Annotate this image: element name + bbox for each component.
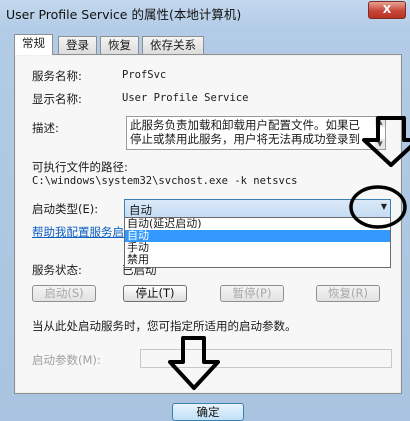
description-line: 停止或禁用此服务，用户将无法再成功登录到 bbox=[130, 132, 360, 146]
service-name-label: 服务名称: bbox=[32, 69, 82, 83]
scroll-up-icon[interactable]: ▲ bbox=[375, 117, 385, 127]
startup-type-value: 自动 bbox=[129, 203, 152, 217]
window-title: User Profile Service 的属性(本地计算机) bbox=[6, 7, 242, 22]
close-icon: X bbox=[382, 3, 392, 16]
tab-general[interactable]: 常规 bbox=[14, 34, 53, 55]
general-tab-panel: 服务名称: ProfSvc 显示名称: User Profile Service… bbox=[14, 54, 402, 394]
description-label: 描述: bbox=[32, 121, 59, 135]
resume-button[interactable]: 恢复(R) bbox=[316, 285, 380, 302]
start-button[interactable]: 启动(S) bbox=[32, 285, 96, 302]
startup-type-select[interactable]: 自动 ▼ bbox=[124, 199, 391, 218]
chevron-down-icon[interactable]: ▼ bbox=[381, 202, 387, 211]
start-params-label: 启动参数(M): bbox=[32, 353, 101, 367]
tab-logon[interactable]: 登录 bbox=[58, 36, 97, 54]
scroll-down-icon[interactable]: ▼ bbox=[375, 139, 385, 149]
exe-path-value: C:\windows\system32\svchost.exe -k netsv… bbox=[32, 175, 298, 187]
tab-recovery[interactable]: 恢复 bbox=[100, 36, 139, 54]
display-name-label: 显示名称: bbox=[32, 92, 82, 106]
startup-option-disabled[interactable]: 禁用 bbox=[125, 254, 390, 266]
close-button[interactable]: X bbox=[368, 1, 406, 19]
ok-button[interactable]: 确定 bbox=[172, 403, 244, 421]
start-params-input[interactable] bbox=[140, 349, 392, 368]
service-status-label: 服务状态: bbox=[32, 263, 82, 277]
startup-option-auto[interactable]: 自动 bbox=[125, 230, 390, 242]
start-params-hint: 当从此处启动服务时，您可指定所适用的启动参数。 bbox=[32, 319, 297, 333]
service-properties-window: User Profile Service 的属性(本地计算机) X 常规 登录 … bbox=[0, 0, 410, 421]
stop-button[interactable]: 停止(T) bbox=[123, 285, 187, 302]
description-line: 此服务负责加载和卸载用户配置文件。如果已 bbox=[130, 118, 360, 132]
title-bar[interactable]: User Profile Service 的属性(本地计算机) X bbox=[0, 0, 410, 26]
service-name-value: ProfSvc bbox=[122, 69, 167, 81]
startup-type-label: 启动类型(E): bbox=[32, 202, 99, 216]
exe-path-label: 可执行文件的路径: bbox=[32, 160, 128, 174]
description-box[interactable]: 此服务负责加载和卸载用户配置文件。如果已 停止或禁用此服务，用户将无法再成功登录… bbox=[126, 116, 386, 150]
tab-dependencies[interactable]: 依存关系 bbox=[142, 36, 204, 54]
help-configure-startup-link[interactable]: 帮助我配置服务启动 bbox=[32, 224, 136, 240]
startup-option-delayed[interactable]: 自动(延迟启动) bbox=[125, 218, 390, 230]
pause-button[interactable]: 暂停(P) bbox=[220, 285, 284, 302]
startup-type-dropdown: 自动(延迟启动) 自动 手动 禁用 bbox=[124, 217, 391, 268]
display-name-value: User Profile Service bbox=[122, 92, 249, 104]
startup-option-manual[interactable]: 手动 bbox=[125, 242, 390, 254]
